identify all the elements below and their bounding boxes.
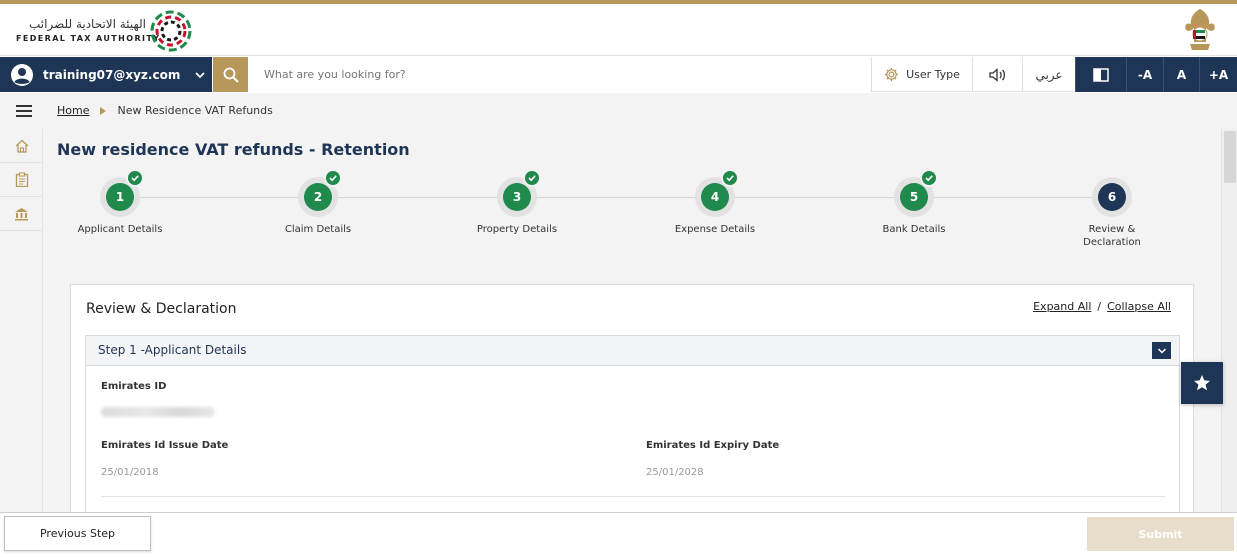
expand-collapse-links: Expand All / Collapse All <box>1033 300 1171 313</box>
check-icon <box>523 169 541 187</box>
step-ring: 3 <box>497 169 541 217</box>
step-number: 3 <box>503 183 531 211</box>
step-ring: 6 <box>1092 177 1132 217</box>
hamburger-menu-icon[interactable] <box>16 104 32 118</box>
expand-all-link[interactable]: Expand All <box>1033 300 1091 313</box>
step-label: Claim Details <box>284 224 352 235</box>
top-toolbar: training07@xyz.com User Type عربي -A A <box>0 57 1237 92</box>
step-number: 2 <box>304 183 332 211</box>
step-expense-details[interactable]: 4 Expense Details <box>640 169 790 236</box>
step-label: Review & Declaration <box>1083 224 1141 248</box>
user-type-label: User Type <box>906 68 960 81</box>
step-label: Applicant Details <box>77 224 163 235</box>
step-ring: 1 <box>100 169 144 217</box>
step-number: 1 <box>106 183 134 211</box>
step-claim-details[interactable]: 2 Claim Details <box>243 169 393 236</box>
speaker-icon <box>988 67 1005 82</box>
check-icon <box>721 169 739 187</box>
left-sidebar <box>0 129 43 512</box>
contrast-toggle-button[interactable] <box>1075 57 1126 92</box>
link-separator: / <box>1097 300 1102 313</box>
step-number: 5 <box>900 183 928 211</box>
site-header: الهيئة الاتحادية للضرائب FEDERAL TAX AUT… <box>0 4 1237 56</box>
search-icon <box>223 67 239 83</box>
clipboard-icon <box>15 172 28 187</box>
step-bank-details[interactable]: 5 Bank Details <box>839 169 989 236</box>
bank-icon <box>15 207 28 220</box>
step-ring: 4 <box>695 169 739 217</box>
step-number: 4 <box>701 183 729 211</box>
sidebar-item-tasks[interactable] <box>0 163 43 197</box>
font-decrease-button[interactable]: -A <box>1126 57 1163 92</box>
search-input[interactable] <box>248 57 870 92</box>
fta-logo-mark-icon <box>150 10 192 52</box>
previous-step-button[interactable]: Previous Step <box>4 516 151 551</box>
step-applicant-details[interactable]: 1 Applicant Details <box>45 169 195 236</box>
logo-arabic-text: الهيئة الاتحادية للضرائب <box>29 17 146 31</box>
step-number: 6 <box>1098 183 1126 211</box>
emirates-id-label: Emirates ID <box>101 381 167 392</box>
contrast-icon <box>1093 67 1109 82</box>
issue-date-value: 25/01/2018 <box>101 467 159 478</box>
breadcrumb-arrow-icon <box>100 106 107 115</box>
breadcrumb-current: New Residence VAT Refunds <box>117 104 273 117</box>
uae-emblem-icon <box>1185 9 1215 50</box>
user-email: training07@xyz.com <box>43 67 181 82</box>
accordion-body: Emirates ID Emirates Id Issue Date 25/01… <box>85 365 1180 525</box>
card-title: Review & Declaration <box>86 301 237 317</box>
breadcrumb-bar: Home New Residence VAT Refunds <box>0 93 1237 129</box>
breadcrumb: Home New Residence VAT Refunds <box>57 104 273 117</box>
chevron-down-icon <box>1157 347 1166 354</box>
user-account-dropdown[interactable]: training07@xyz.com <box>0 57 212 92</box>
search-button[interactable] <box>213 57 248 92</box>
sidebar-item-institution[interactable] <box>0 197 43 231</box>
submit-button[interactable]: Submit <box>1087 517 1234 551</box>
arabic-language-button[interactable]: عربي <box>1022 57 1075 92</box>
font-increase-button[interactable]: +A <box>1199 57 1237 92</box>
text-to-speech-button[interactable] <box>972 57 1022 92</box>
sidebar-item-home[interactable] <box>0 129 43 163</box>
chevron-down-icon <box>195 71 205 78</box>
expiry-date-label: Emirates Id Expiry Date <box>646 440 780 451</box>
step-label: Property Details <box>476 224 558 235</box>
step-property-details[interactable]: 3 Property Details <box>442 169 592 236</box>
emirates-id-value-redacted <box>101 407 215 417</box>
logo-english-text: FEDERAL TAX AUTHORITY <box>16 34 161 43</box>
step-label: Expense Details <box>674 224 756 235</box>
step-review-declaration[interactable]: 6 Review & Declaration <box>1037 177 1187 249</box>
user-avatar-icon <box>11 63 33 86</box>
check-icon <box>126 169 144 187</box>
page-title: New residence VAT refunds - Retention <box>57 140 410 159</box>
collapse-all-link[interactable]: Collapse All <box>1107 300 1171 313</box>
home-icon <box>15 139 28 153</box>
fta-logo[interactable]: الهيئة الاتحادية للضرائب FEDERAL TAX AUT… <box>16 8 196 54</box>
main-content: New residence VAT refunds - Retention 1 … <box>43 129 1221 525</box>
breadcrumb-home-link[interactable]: Home <box>57 104 89 117</box>
expiry-date-value: 25/01/2028 <box>646 467 704 478</box>
favorite-button[interactable] <box>1181 362 1223 404</box>
accordion-header-applicant-details[interactable]: Step 1 -Applicant Details <box>85 335 1180 366</box>
gear-icon <box>885 67 899 82</box>
review-declaration-card: Review & Declaration Expand All / Collapse… <box>70 284 1194 525</box>
step-ring: 5 <box>894 169 938 217</box>
user-type-button[interactable]: User Type <box>871 57 972 92</box>
accordion-toggle-button[interactable] <box>1152 342 1171 359</box>
issue-date-label: Emirates Id Issue Date <box>101 440 229 451</box>
check-icon <box>324 169 342 187</box>
accordion-title: Step 1 -Applicant Details <box>98 343 247 357</box>
scrollbar-thumb[interactable] <box>1224 131 1236 183</box>
footer-actions: Previous Step Submit <box>0 512 1237 557</box>
star-icon <box>1194 375 1210 391</box>
check-icon <box>920 169 938 187</box>
font-normal-button[interactable]: A <box>1163 57 1199 92</box>
section-divider <box>101 496 1165 497</box>
step-ring: 2 <box>298 169 342 217</box>
vertical-scrollbar[interactable] <box>1221 129 1237 512</box>
step-label: Bank Details <box>882 224 946 235</box>
